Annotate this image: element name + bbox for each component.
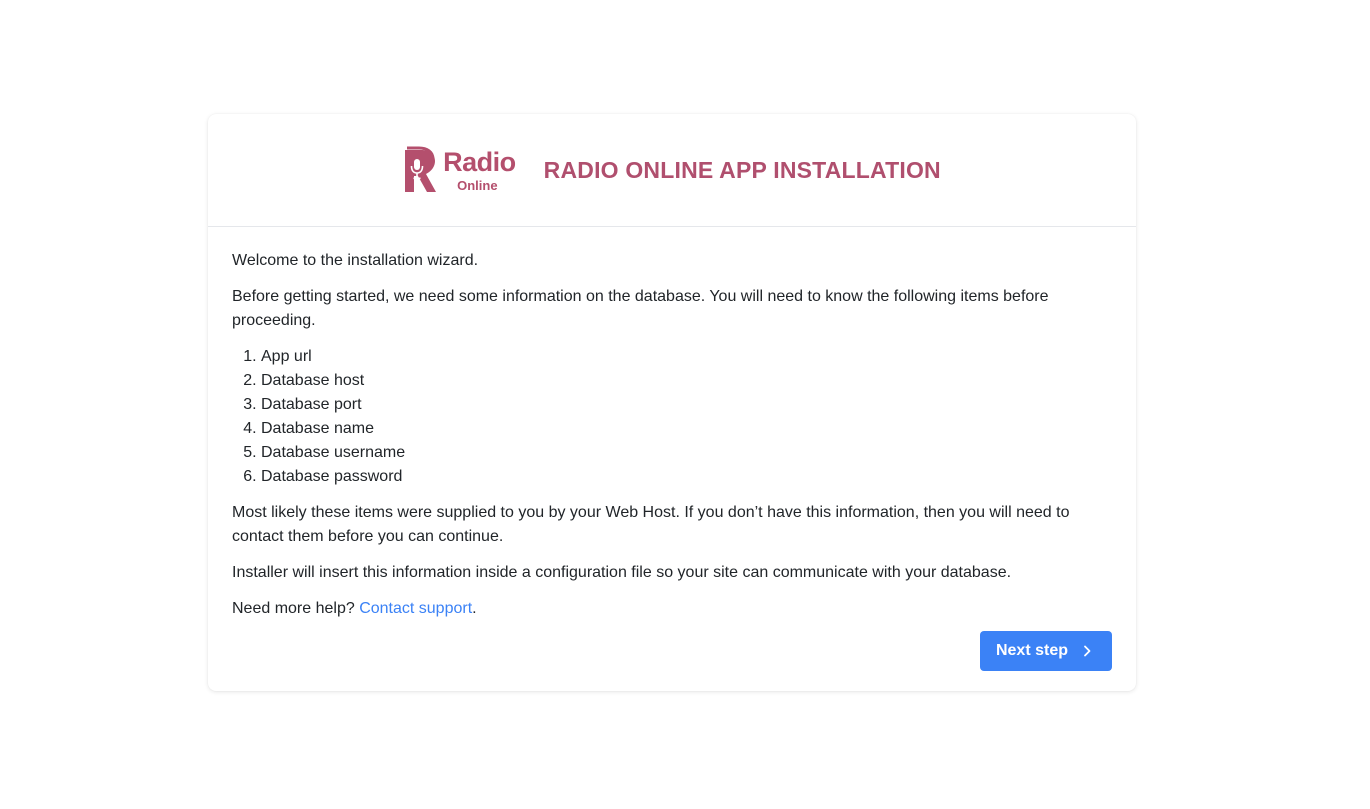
intro-text: Before getting started, we need some inf… — [232, 288, 1049, 329]
help-prefix: Need more help? — [232, 600, 360, 617]
card-body: Welcome to the installation wizard. Befo… — [208, 227, 1136, 621]
list-item: Database port — [261, 393, 1112, 417]
webhost-note: Most likely these items were supplied to… — [232, 504, 1070, 545]
installation-card: Radio Online RADIO ONLINE APP INSTALLATI… — [208, 114, 1136, 691]
next-step-label: Next step — [995, 642, 1068, 659]
help-text: Need more help? Contact support. — [232, 597, 1112, 621]
radio-microphone-icon — [405, 146, 437, 192]
list-item: App url — [261, 345, 1112, 369]
contact-support-link[interactable]: Contact support — [359, 600, 472, 617]
chevron-right-icon — [1084, 645, 1091, 657]
help-suffix: . — [472, 600, 477, 617]
welcome-text: Welcome to the installation wizard. — [232, 252, 479, 269]
logo-subword: Online — [457, 177, 498, 193]
app-logo: Radio Online — [403, 146, 516, 194]
required-items-list: App url Database host Database port Data… — [232, 345, 1112, 489]
list-item: Database host — [261, 369, 1112, 393]
logo-word: Radio — [443, 146, 516, 177]
list-item: Database username — [261, 441, 1112, 465]
installer-note: Installer will insert this information i… — [232, 564, 1012, 581]
card-actions: Next step — [979, 631, 1112, 671]
next-step-button[interactable]: Next step — [979, 631, 1112, 671]
list-item: Database name — [261, 417, 1112, 441]
page-title: RADIO ONLINE APP INSTALLATION — [543, 156, 941, 183]
card-header: Radio Online RADIO ONLINE APP INSTALLATI… — [208, 114, 1136, 227]
list-item: Database password — [261, 465, 1112, 489]
